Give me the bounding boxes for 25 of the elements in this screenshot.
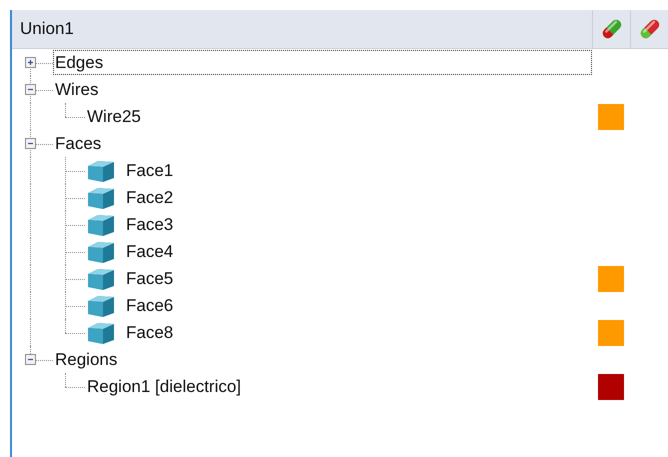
- cube-icon: [86, 212, 116, 236]
- cube-icon: [86, 186, 116, 210]
- tree-item[interactable]: Face5: [124, 266, 592, 291]
- tree-item[interactable]: Face4: [124, 239, 592, 264]
- tree-item[interactable]: Face3: [124, 212, 592, 237]
- tree-item[interactable]: Face8: [124, 320, 592, 345]
- tree-item[interactable]: Wires: [53, 77, 592, 102]
- cube-icon: [86, 240, 116, 264]
- tree-item[interactable]: Face1: [124, 158, 592, 183]
- cube-icon: [86, 320, 116, 344]
- cube-icon: [86, 158, 116, 182]
- tree-item[interactable]: Edges: [53, 50, 592, 75]
- tree-item[interactable]: Region1 [dielectrico]: [85, 374, 592, 399]
- cube-icon: [86, 266, 116, 290]
- cube-icon: [86, 294, 116, 318]
- collapse-toggle[interactable]: [25, 138, 36, 149]
- tree-item[interactable]: Face6: [124, 293, 592, 318]
- tree-item[interactable]: Face2: [124, 185, 592, 210]
- expand-toggle[interactable]: [25, 57, 36, 68]
- collapse-toggle[interactable]: [25, 354, 36, 365]
- tree-item[interactable]: Regions: [53, 347, 592, 372]
- header-title: Union1: [19, 19, 75, 39]
- collapse-toggle[interactable]: [25, 84, 36, 95]
- tree-item[interactable]: Faces: [53, 131, 592, 156]
- tree-item[interactable]: Wire25: [85, 104, 592, 129]
